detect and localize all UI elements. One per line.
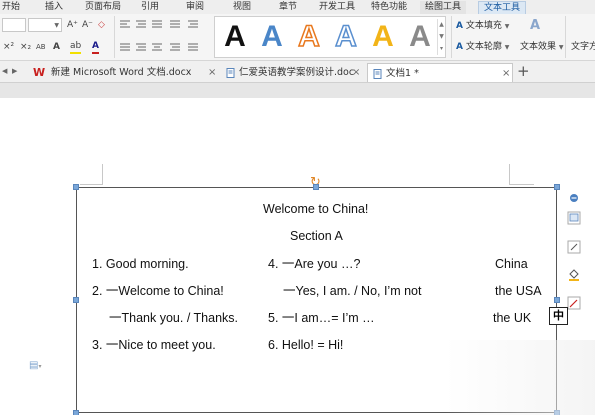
text-outline-button[interactable]: A 文本轮廓 ▼: [456, 41, 509, 54]
tab-review[interactable]: 审阅: [181, 1, 209, 14]
tab-scroll-right-icon[interactable]: ▶: [12, 67, 17, 75]
resize-handle[interactable]: [73, 184, 79, 190]
document-icon: [373, 69, 382, 79]
resize-handle[interactable]: [73, 297, 79, 303]
close-icon[interactable]: ×: [502, 64, 510, 83]
tab-scroll-left-icon[interactable]: ◀: [2, 67, 7, 75]
ribbon-toolbar: ▼ A⁺ A⁻ ◇ ×² ×₂ AB A ab A A A A A A A ▲ …: [0, 14, 595, 61]
text-effect-icon: A: [530, 18, 541, 33]
gallery-scroll[interactable]: ▲ ▼ ▾: [437, 19, 445, 55]
ribbon-tab-bar: 开始 插入 页面布局 引用 审阅 视图 章节 开发工具 特色功能 绘图工具 文本…: [0, 0, 595, 14]
text-effect-button[interactable]: 文本效果 ▼: [520, 41, 564, 54]
row1-middle: 4. 一Are you …?: [268, 257, 361, 271]
fill-bucket-icon[interactable]: [565, 266, 583, 284]
edit-shape-icon[interactable]: [565, 238, 583, 256]
wordart-style-gold[interactable]: A: [366, 18, 400, 56]
ime-status-indicator[interactable]: 中: [549, 307, 568, 325]
font-name-field[interactable]: [2, 18, 26, 32]
tab-insert[interactable]: 插入: [40, 1, 68, 14]
ruler-band: [0, 83, 595, 98]
margin-mark: [102, 164, 103, 185]
doc-section: Section A: [290, 229, 343, 243]
text-outline-label: 文本轮廓: [465, 42, 502, 52]
resize-handle[interactable]: [554, 184, 560, 190]
doc-tab-document1[interactable]: 文档1 * ×: [367, 63, 513, 82]
doc-tab-label: 文档1 *: [386, 68, 419, 79]
layout-options-icon[interactable]: [565, 209, 583, 227]
clear-format-icon[interactable]: ◇: [98, 19, 105, 31]
row4-left: 3. 一Nice to meet you.: [92, 338, 216, 352]
row3-right: the UK: [493, 311, 532, 325]
close-icon[interactable]: ×: [208, 63, 216, 82]
margin-mark: [80, 184, 102, 185]
resize-handle[interactable]: [313, 184, 319, 190]
close-icon[interactable]: ×: [352, 63, 360, 82]
doc-tab-label: 仁爱英语教学案例设计.doc: [239, 67, 355, 78]
tab-page-layout[interactable]: 页面布局: [80, 1, 126, 14]
wps-logo-icon: W: [33, 66, 46, 79]
page-fade: [445, 340, 595, 415]
doc-title: Welcome to China!: [263, 202, 369, 216]
paragraph-tools: [120, 20, 198, 51]
document-icon: [226, 68, 235, 78]
tab-special-features[interactable]: 特色功能: [366, 1, 412, 14]
tab-text-tools[interactable]: 文本工具: [478, 1, 527, 14]
bold-a-icon[interactable]: A: [53, 41, 60, 53]
superscript-icon[interactable]: ×²: [3, 41, 14, 53]
collapse-icon[interactable]: [565, 189, 583, 207]
row1-left: 1. Good morning.: [92, 257, 189, 271]
wordart-style-blue-outline[interactable]: A: [329, 18, 363, 56]
tab-references[interactable]: 引用: [136, 1, 164, 14]
tab-developer[interactable]: 开发工具: [314, 1, 360, 14]
wordart-style-blue[interactable]: A: [255, 18, 289, 56]
tab-drawing-tools[interactable]: 绘图工具: [420, 1, 467, 14]
margin-mark: [509, 184, 534, 185]
font-size-field[interactable]: ▼: [28, 18, 62, 32]
subscript-icon[interactable]: ×₂: [20, 41, 31, 53]
highlight-icon[interactable]: ab: [70, 40, 82, 54]
page-view-icon[interactable]: ▤▾: [29, 360, 41, 371]
row2-middle: 一Yes, I am. / No, I’m not: [283, 284, 422, 298]
row2-left: 2. 一Welcome to China!: [92, 284, 224, 298]
shrink-font-icon[interactable]: A⁻: [82, 19, 93, 31]
row2-right: the USA: [495, 284, 542, 298]
row1-right: China: [495, 257, 528, 271]
resize-handle[interactable]: [73, 410, 79, 415]
chevron-down-icon: ▼: [54, 22, 59, 29]
margin-mark: [509, 164, 510, 185]
wordart-style-gray[interactable]: A: [403, 18, 437, 56]
resize-handle[interactable]: [554, 297, 560, 303]
row3-middle: 5. 一I am…= I’m …: [268, 311, 375, 325]
tab-view[interactable]: 视图: [228, 1, 256, 14]
text-direction-button[interactable]: 文字方: [571, 41, 595, 53]
wps-writer-window: 开始 插入 页面布局 引用 审阅 视图 章节 开发工具 特色功能 绘图工具 文本…: [0, 0, 595, 415]
wordart-style-orange-outline[interactable]: A: [292, 18, 326, 56]
grow-font-icon[interactable]: A⁺: [67, 19, 78, 31]
doc-tab-label: 新建 Microsoft Word 文档.docx: [51, 67, 192, 78]
text-fill-label: 文本填充: [465, 21, 502, 31]
tab-home[interactable]: 开始: [0, 1, 25, 14]
text-fill-button[interactable]: A 文本填充 ▼: [456, 20, 509, 33]
new-tab-button[interactable]: +: [517, 62, 530, 81]
tab-chapter[interactable]: 章节: [274, 1, 302, 14]
wordart-style-gallery: A A A A A A ▲ ▼ ▾: [214, 16, 446, 58]
doc-tab-renai-english[interactable]: 仁爱英语教学案例设计.doc ×: [223, 63, 363, 82]
char-spacing-icon[interactable]: AB: [36, 41, 46, 53]
doc-tab-new-word[interactable]: W 新建 Microsoft Word 文档.docx ×: [30, 63, 218, 82]
document-tab-bar: ◀ ▶ W 新建 Microsoft Word 文档.docx × 仁爱英语教学…: [0, 61, 595, 83]
row4-middle: 6. Hello! = Hi!: [268, 338, 344, 352]
row3-left: 一Thank you. / Thanks.: [109, 311, 238, 325]
font-color-icon[interactable]: A: [92, 40, 99, 54]
wordart-style-black[interactable]: A: [218, 18, 252, 56]
